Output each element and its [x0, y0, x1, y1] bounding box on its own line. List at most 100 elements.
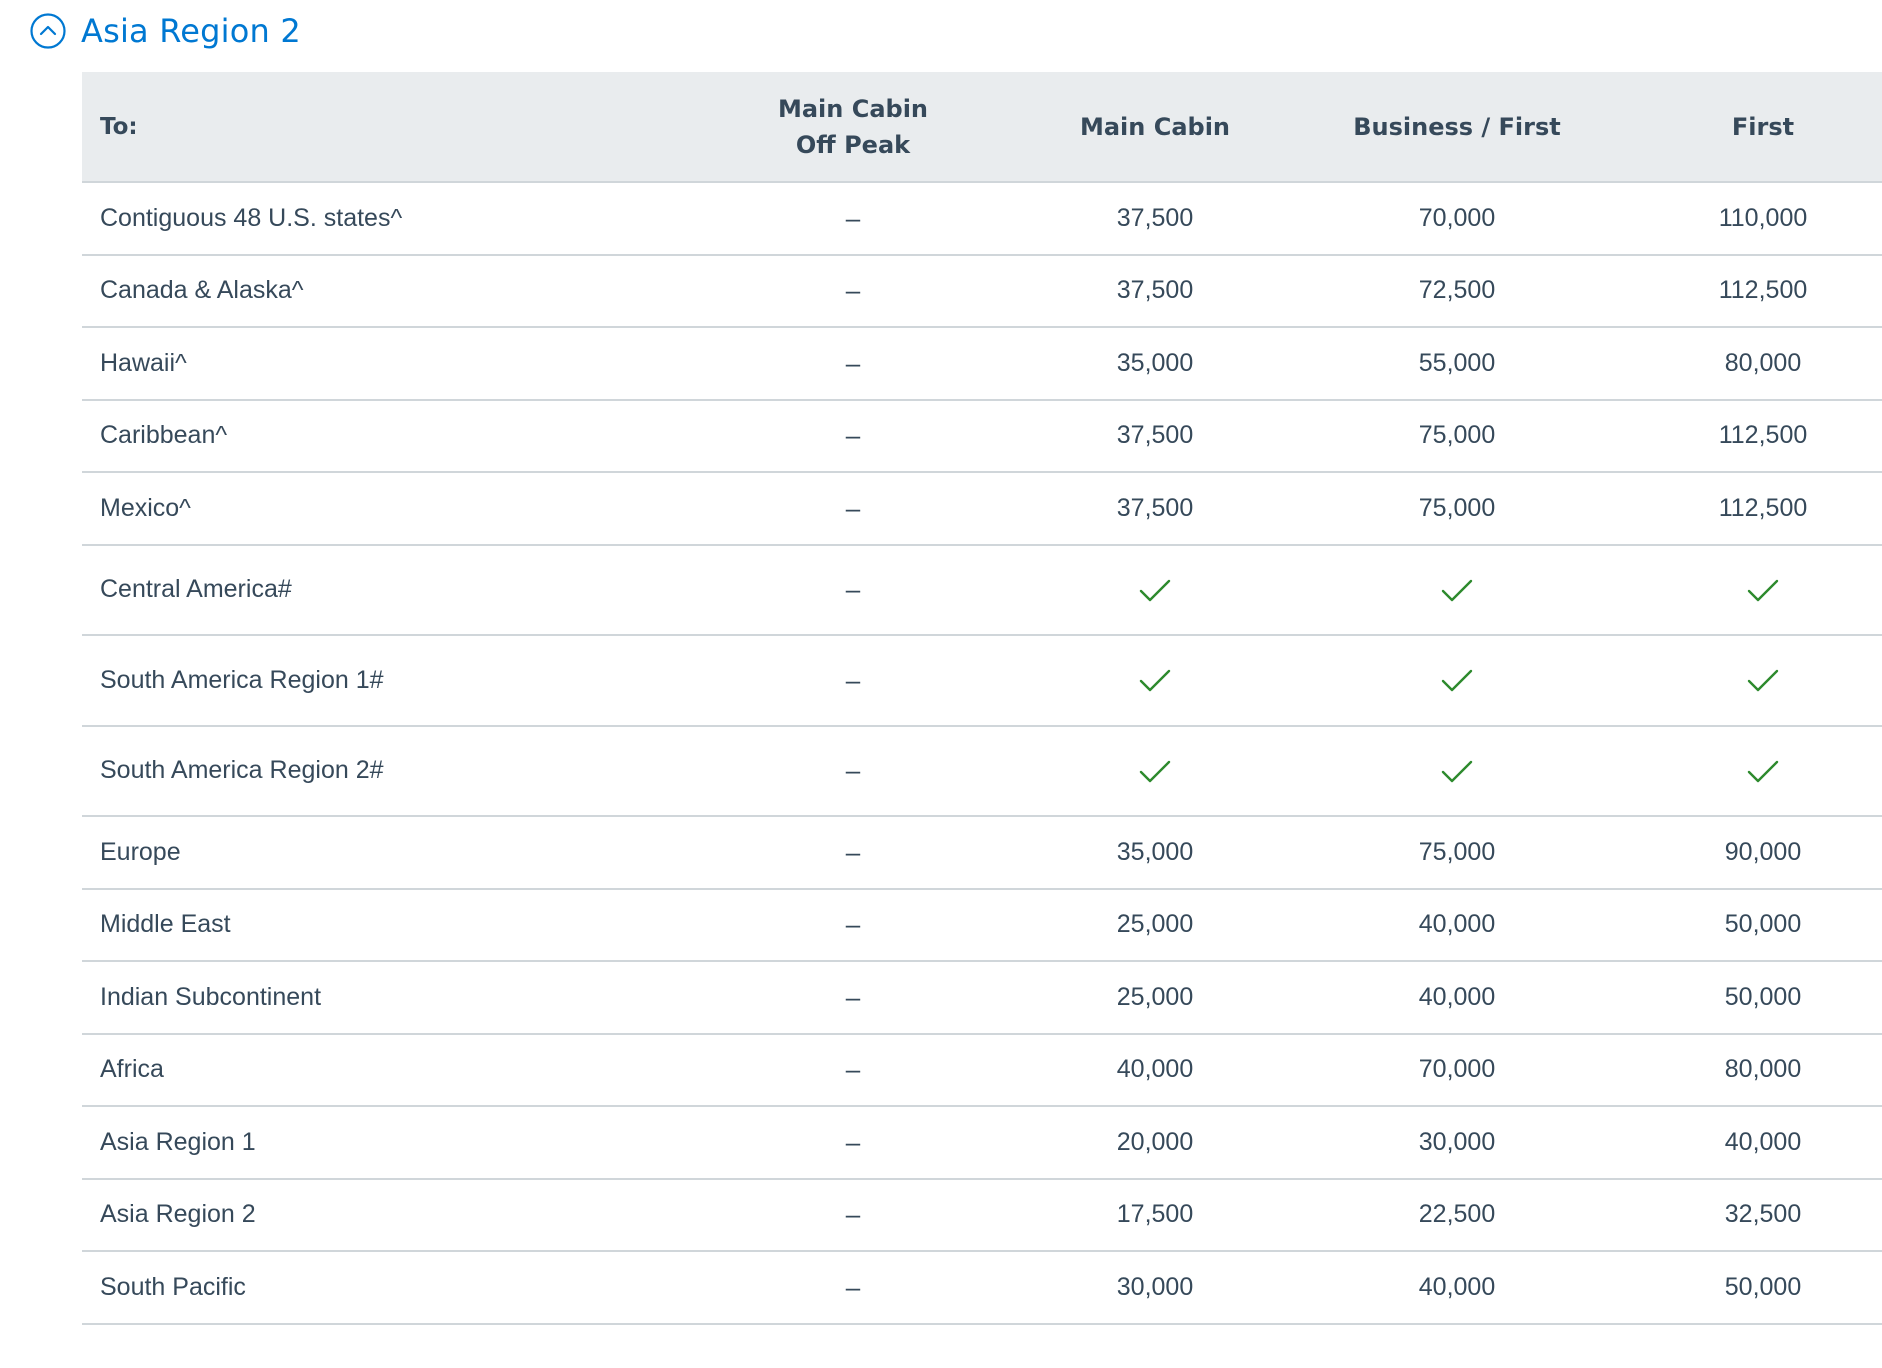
not-available-cell: –	[702, 725, 1004, 817]
miles-cell: 22,500	[1306, 1178, 1608, 1252]
miles-cell: 25,000	[1004, 961, 1306, 1035]
destination-cell: Indian Subcontinent	[82, 961, 702, 1035]
not-available-cell: –	[702, 544, 1004, 636]
miles-cell: 37,500	[1004, 254, 1306, 328]
destination-cell: Central America#	[82, 544, 702, 636]
miles-cell: 25,000	[1004, 888, 1306, 962]
availability-cell	[1608, 544, 1882, 636]
not-available-cell: –	[702, 816, 1004, 890]
availability-cell	[1004, 725, 1306, 817]
checkmark-icon	[1138, 759, 1172, 785]
not-available-cell: –	[702, 1033, 1004, 1107]
miles-cell: 20,000	[1004, 1106, 1306, 1180]
availability-cell	[1306, 544, 1608, 636]
not-available-cell: –	[702, 1251, 1004, 1325]
miles-cell: 112,500	[1608, 472, 1882, 546]
not-available-cell: –	[702, 1178, 1004, 1252]
miles-cell: 30,000	[1306, 1106, 1608, 1180]
column-header-main-cabin: Main Cabin	[1004, 72, 1306, 183]
table-row: Mexico^ –37,500 75,000 112,500	[82, 472, 1882, 546]
destination-cell: Caribbean^	[82, 399, 702, 473]
checkmark-icon	[1440, 759, 1474, 785]
column-header-label: First	[1731, 112, 1795, 141]
miles-cell: 40,000	[1608, 1106, 1882, 1180]
destination-cell: Hawaii^	[82, 327, 702, 401]
checkmark-icon	[1746, 759, 1780, 785]
checkmark-icon	[1746, 578, 1780, 604]
table-row: Africa –40,000 70,000 80,000	[82, 1033, 1882, 1107]
miles-cell: 50,000	[1608, 1251, 1882, 1325]
destination-cell: South America Region 1#	[82, 635, 702, 727]
miles-cell: 40,000	[1306, 888, 1608, 962]
section-toggle[interactable]: Asia Region 2	[30, 10, 301, 52]
chevron-up-circle-icon[interactable]	[30, 13, 66, 49]
miles-cell: 37,500	[1004, 399, 1306, 473]
miles-cell: 80,000	[1608, 327, 1882, 401]
availability-cell	[1608, 725, 1882, 817]
table-row: Europe –35,000 75,000 90,000	[82, 816, 1882, 890]
availability-cell	[1306, 725, 1608, 817]
table-row: Central America# –	[82, 544, 1882, 636]
column-header-business-first: Business / First	[1306, 72, 1608, 183]
checkmark-icon	[1440, 668, 1474, 694]
miles-cell: 37,500	[1004, 182, 1306, 256]
column-header-label: To:	[100, 113, 138, 140]
miles-cell: 75,000	[1306, 472, 1608, 546]
checkmark-icon	[1138, 578, 1172, 604]
table-row: Asia Region 2–17,500 22,500 32,500	[82, 1178, 1882, 1252]
miles-cell: 35,000	[1004, 327, 1306, 401]
award-chart-table: To: Main Cabin Off Peak Main Cabin Business …	[82, 72, 1882, 1325]
miles-cell: 50,000	[1608, 961, 1882, 1035]
destination-cell: South America Region 2#	[82, 725, 702, 817]
column-header-to: To:	[82, 72, 702, 183]
not-available-cell: –	[702, 327, 1004, 401]
not-available-cell: –	[702, 182, 1004, 256]
destination-cell: Middle East	[82, 888, 702, 962]
table-row: Asia Region 1–20,000 30,000 40,000	[82, 1106, 1882, 1180]
not-available-cell: –	[702, 472, 1004, 546]
availability-cell	[1004, 635, 1306, 727]
table-row: South Pacific –30,000 40,000 50,000	[82, 1251, 1882, 1325]
table-row: Caribbean^ –37,500 75,000 112,500	[82, 399, 1882, 473]
table-row: Hawaii^ –35,000 55,000 80,000	[82, 327, 1882, 401]
column-header-label: Main Cabin	[777, 94, 929, 123]
miles-cell: 70,000	[1306, 1033, 1608, 1107]
column-header-label: Business / First	[1353, 112, 1561, 141]
destination-cell: Europe	[82, 816, 702, 890]
table-row: Middle East –25,000 40,000 50,000	[82, 888, 1882, 962]
table-header-row: To: Main Cabin Off Peak Main Cabin Business …	[82, 72, 1882, 183]
checkmark-icon	[1746, 668, 1780, 694]
miles-cell: 70,000	[1306, 182, 1608, 256]
column-header-first: First	[1608, 72, 1882, 183]
section-title[interactable]: Asia Region 2	[81, 12, 301, 50]
miles-cell: 40,000	[1004, 1033, 1306, 1107]
miles-cell: 72,500	[1306, 254, 1608, 328]
availability-cell	[1004, 544, 1306, 636]
not-available-cell: –	[702, 1106, 1004, 1180]
column-header-main-cabin-off-peak: Main Cabin Off Peak	[702, 72, 1004, 183]
table-row: Canada & Alaska^ –37,500 72,500 112,500	[82, 254, 1882, 328]
table-row: South America Region 1# –	[82, 635, 1882, 727]
destination-cell: Contiguous 48 U.S. states^	[82, 182, 702, 256]
destination-cell: Mexico^	[82, 472, 702, 546]
column-header-label: Main Cabin	[1079, 112, 1231, 141]
miles-cell: 75,000	[1306, 816, 1608, 890]
table-row: Contiguous 48 U.S. states^ –37,500 70,000 1…	[82, 182, 1882, 256]
miles-cell: 90,000	[1608, 816, 1882, 890]
miles-cell: 17,500	[1004, 1178, 1306, 1252]
table-row: Indian Subcontinent –25,000 40,000 50,000	[82, 961, 1882, 1035]
checkmark-icon	[1440, 578, 1474, 604]
miles-cell: 80,000	[1608, 1033, 1882, 1107]
destination-cell: Canada & Alaska^	[82, 254, 702, 328]
miles-cell: 75,000	[1306, 399, 1608, 473]
not-available-cell: –	[702, 888, 1004, 962]
not-available-cell: –	[702, 961, 1004, 1035]
miles-cell: 35,000	[1004, 816, 1306, 890]
miles-cell: 50,000	[1608, 888, 1882, 962]
miles-cell: 32,500	[1608, 1178, 1882, 1252]
availability-cell	[1306, 635, 1608, 727]
miles-cell: 40,000	[1306, 1251, 1608, 1325]
not-available-cell: –	[702, 635, 1004, 727]
miles-cell: 55,000	[1306, 327, 1608, 401]
destination-cell: Asia Region 1	[82, 1106, 702, 1180]
